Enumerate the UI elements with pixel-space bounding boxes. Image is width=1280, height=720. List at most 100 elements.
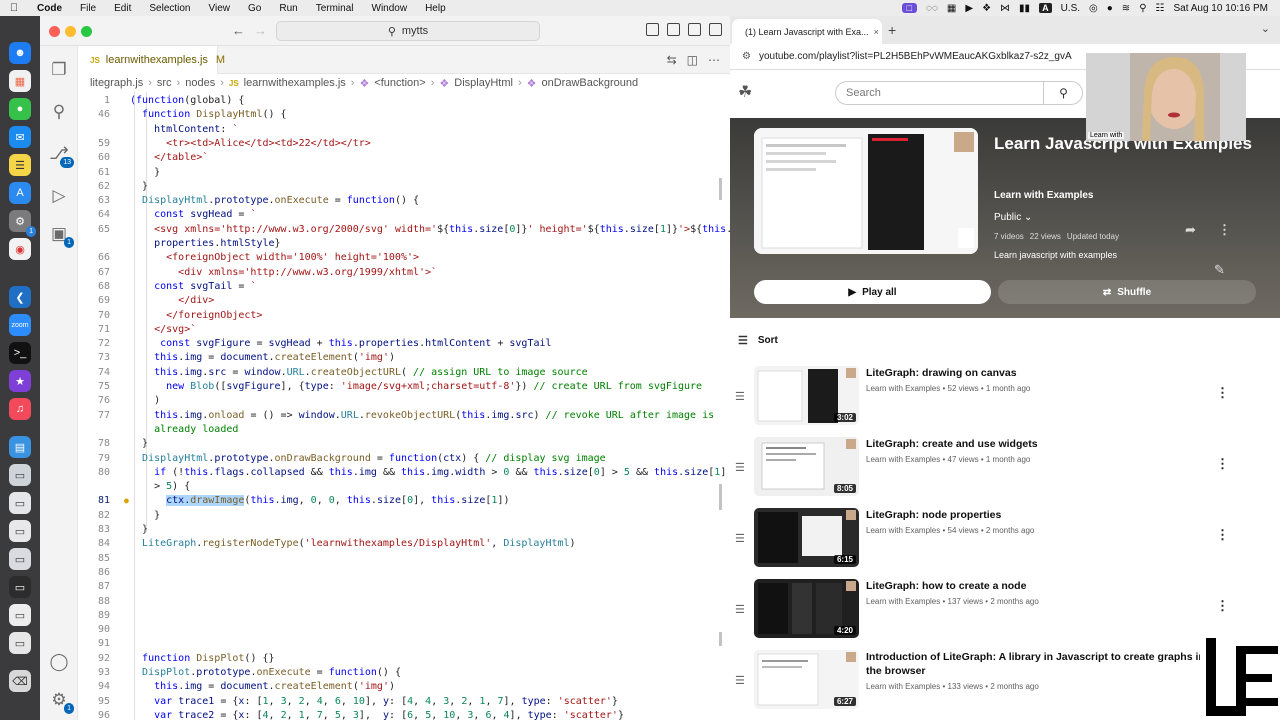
- more-options-icon[interactable]: ⋮: [1216, 598, 1229, 614]
- breadcrumb-item[interactable]: learnwithexamples.js: [244, 77, 346, 89]
- code-line[interactable]: htmlContent: `: [78, 123, 730, 137]
- window-thumb-2-icon[interactable]: ▭: [9, 492, 31, 514]
- youtube-logo-icon[interactable]: ☘: [738, 82, 752, 102]
- code-line[interactable]: 82 }: [78, 509, 730, 523]
- back-arrow-icon[interactable]: ←: [232, 23, 245, 38]
- appstore-icon[interactable]: A: [9, 182, 31, 204]
- code-line[interactable]: 96 var trace2 = {x: [4, 2, 1, 7, 5, 3], …: [78, 709, 730, 720]
- list-item[interactable]: ☰ 3:02 LiteGraph: drawing on canvas Lear…: [730, 363, 1280, 429]
- browser-tab-youtube[interactable]: (1) Learn Javascript with Exa... ×: [732, 19, 882, 44]
- code-line[interactable]: 70 </foreignObject>: [78, 309, 730, 323]
- play-icon[interactable]: ▶: [965, 3, 973, 14]
- extensions-icon[interactable]: ▣ 1: [49, 224, 74, 248]
- code-line[interactable]: 84 LiteGraph.registerNodeType('learnwith…: [78, 537, 730, 551]
- explorer-icon[interactable]: ❐: [49, 60, 69, 80]
- more-options-icon[interactable]: ⋮: [1216, 456, 1229, 472]
- toggle-sidebar-icon[interactable]: [646, 23, 659, 36]
- playlist-thumbnail[interactable]: [754, 128, 978, 254]
- window-thumb-5-icon[interactable]: ▭: [9, 576, 31, 598]
- code-line[interactable]: 89: [78, 609, 730, 623]
- video-title[interactable]: LiteGraph: create and use widgets: [866, 437, 1216, 451]
- launchpad-icon[interactable]: ▦: [9, 70, 31, 92]
- chrome-icon[interactable]: ◉: [9, 238, 31, 260]
- battery-icon[interactable]: ▮▮: [1019, 3, 1030, 14]
- code-line[interactable]: 67 <div xmlns='http://www.w3.org/1999/xh…: [78, 266, 730, 280]
- new-tab-icon[interactable]: +: [888, 22, 896, 38]
- code-line[interactable]: 95 var trace1 = {x: [1, 3, 2, 4, 6, 10],…: [78, 695, 730, 709]
- code-line[interactable]: 90: [78, 623, 730, 637]
- code-line[interactable]: 92 function DispPlot() {}: [78, 652, 730, 666]
- code-line[interactable]: 64 const svgHead = `: [78, 208, 730, 222]
- code-line[interactable]: 46 function DisplayHtml() {: [78, 108, 730, 122]
- open-changes-icon[interactable]: ⇆: [667, 53, 677, 67]
- video-thumbnail[interactable]: 3:02: [754, 366, 859, 425]
- code-line[interactable]: already loaded: [78, 423, 730, 437]
- list-item[interactable]: ☰ 8:05 LiteGraph: create and use widgets…: [730, 434, 1280, 500]
- code-line[interactable]: 61 }: [78, 166, 730, 180]
- breadcrumb-item[interactable]: DisplayHtml: [454, 77, 513, 89]
- more-options-icon[interactable]: ⋮: [1218, 222, 1231, 238]
- shuffle-button[interactable]: ⇄ Shuffle: [998, 280, 1256, 304]
- drag-handle-icon[interactable]: ☰: [735, 674, 745, 687]
- drag-handle-icon[interactable]: ☰: [735, 532, 745, 545]
- code-line[interactable]: 69 </div>: [78, 294, 730, 308]
- wifi-icon[interactable]: ≋: [1122, 3, 1130, 14]
- zoom-icon[interactable]: zoom: [9, 314, 31, 336]
- window-thumb-4-icon[interactable]: ▭: [9, 548, 31, 570]
- window-thumb-1-icon[interactable]: ▭: [9, 464, 31, 486]
- share-icon[interactable]: ➦: [1185, 222, 1196, 238]
- app-menu[interactable]: Code: [28, 3, 71, 14]
- list-item[interactable]: ☰ 6:27 Introduction of LiteGraph: A libr…: [730, 647, 1280, 713]
- notes-icon[interactable]: ☰: [9, 154, 31, 176]
- menu-selection[interactable]: Selection: [140, 3, 199, 14]
- run-debug-icon[interactable]: ▷: [49, 186, 69, 206]
- source-control-icon[interactable]: ⎇ 13: [49, 144, 74, 168]
- music-icon[interactable]: ♫: [9, 398, 31, 420]
- code-line[interactable]: 71 </svg>`: [78, 323, 730, 337]
- breadcrumb-item[interactable]: src: [157, 77, 172, 89]
- video-thumbnail[interactable]: 8:05: [754, 437, 859, 496]
- manage-gear-icon[interactable]: ⚙ 1: [49, 690, 74, 714]
- customize-layout-icon[interactable]: [709, 23, 722, 36]
- code-line[interactable]: 72 const svgFigure = svgHead + this.prop…: [78, 337, 730, 351]
- breadcrumb-item[interactable]: nodes: [185, 77, 215, 89]
- messages-icon[interactable]: ●: [9, 98, 31, 120]
- input-source-icon[interactable]: A: [1039, 3, 1052, 13]
- code-line[interactable]: 68 const svgTail = `: [78, 280, 730, 294]
- close-window-button[interactable]: [49, 26, 60, 37]
- code-line[interactable]: 78 }: [78, 437, 730, 451]
- search-button[interactable]: ⚲: [1043, 81, 1083, 105]
- code-line[interactable]: 91: [78, 637, 730, 651]
- window-thumb-7-icon[interactable]: ▭: [9, 632, 31, 654]
- radio-icon[interactable]: ◎: [1089, 3, 1098, 14]
- code-line[interactable]: 87: [78, 580, 730, 594]
- visibility-dropdown[interactable]: Public ⌄: [994, 212, 1032, 223]
- lightbulb-icon[interactable]: ●: [124, 494, 129, 508]
- code-line[interactable]: 75 new Blob([svgFigure], {type: 'image/s…: [78, 380, 730, 394]
- more-actions-icon[interactable]: ⋯: [708, 53, 720, 67]
- code-line[interactable]: 86: [78, 566, 730, 580]
- code-line[interactable]: > 5) {: [78, 480, 730, 494]
- code-line[interactable]: 65 <svg xmlns='http://www.w3.org/2000/sv…: [78, 223, 730, 237]
- breadcrumb-item[interactable]: litegraph.js: [90, 77, 143, 89]
- drag-handle-icon[interactable]: ☰: [735, 603, 745, 616]
- code-line[interactable]: 73 this.img = document.createElement('im…: [78, 351, 730, 365]
- sort-bar[interactable]: ☰ Sort: [730, 318, 1280, 363]
- code-line[interactable]: 66 <foreignObject width='100%' height='1…: [78, 251, 730, 265]
- menu-terminal[interactable]: Terminal: [307, 3, 363, 14]
- menu-help[interactable]: Help: [416, 3, 455, 14]
- list-item[interactable]: ☰ 4:20 LiteGraph: how to create a node L…: [730, 576, 1280, 642]
- vscode-icon[interactable]: ❮: [9, 286, 31, 308]
- video-thumbnail[interactable]: 6:15: [754, 508, 859, 567]
- menu-view[interactable]: View: [200, 3, 240, 14]
- user-icon[interactable]: ●: [1107, 3, 1113, 14]
- code-line[interactable]: 63 DisplayHtml.prototype.onExecute = fun…: [78, 194, 730, 208]
- more-options-icon[interactable]: ⋮: [1216, 385, 1229, 401]
- menu-file[interactable]: File: [71, 3, 105, 14]
- tab-search-icon[interactable]: ⌄: [1261, 22, 1270, 35]
- menu-go[interactable]: Go: [239, 3, 270, 14]
- drag-handle-icon[interactable]: ☰: [735, 461, 745, 474]
- video-title[interactable]: LiteGraph: node properties: [866, 508, 1216, 522]
- bluetooth-icon[interactable]: ⋈: [1000, 3, 1010, 14]
- terminal-icon[interactable]: >_: [9, 342, 31, 364]
